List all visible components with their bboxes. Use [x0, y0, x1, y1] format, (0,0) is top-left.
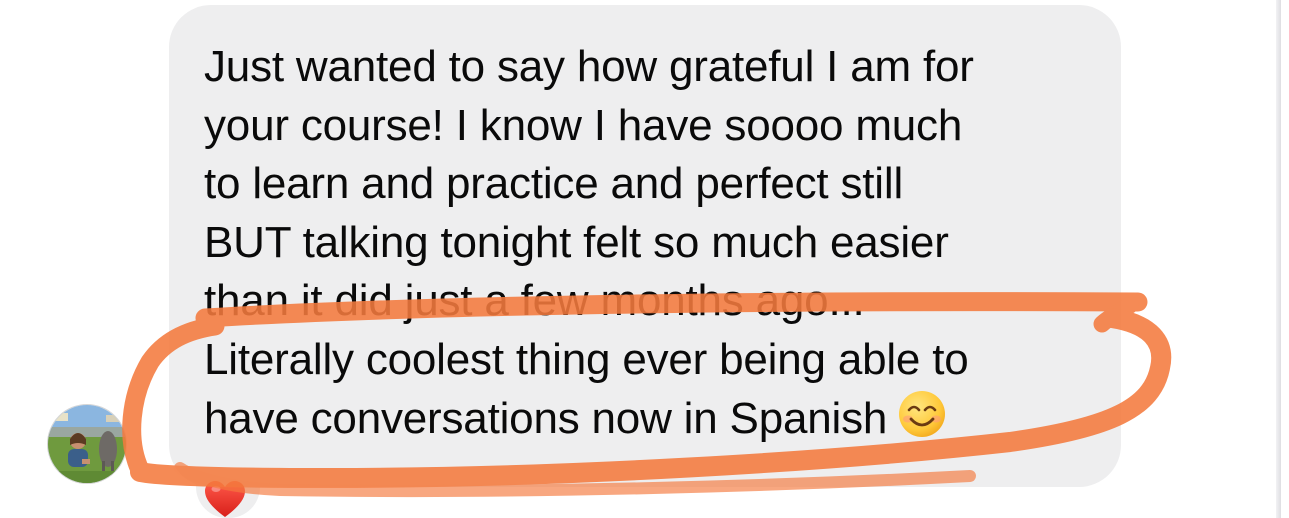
chat-view: Just wanted to say how grateful I am for…	[0, 0, 1289, 518]
smiling-face-emoji-icon	[897, 389, 947, 455]
message-line-3: to learn and practice and perfect still	[204, 159, 904, 208]
avatar[interactable]	[47, 404, 127, 484]
message-line-6: Literally coolest thing ever being able …	[204, 334, 969, 384]
message-line-4: BUT talking tonight felt so much easier	[204, 217, 949, 267]
heart-icon[interactable]	[204, 480, 246, 518]
window-edge	[1276, 0, 1281, 518]
message-text: Just wanted to say how grateful I am for…	[204, 38, 1104, 455]
message-line-2: your course! I know I have soooo much	[204, 100, 963, 150]
message-line-5: than it did just a few months ago...	[204, 276, 865, 325]
message-line-1: Just wanted to say how grateful I am for	[204, 42, 974, 91]
message-line-7: have conversations now in Spanish	[204, 394, 888, 443]
message-line-7-wrap: have conversations now in Spanish	[204, 389, 1104, 455]
